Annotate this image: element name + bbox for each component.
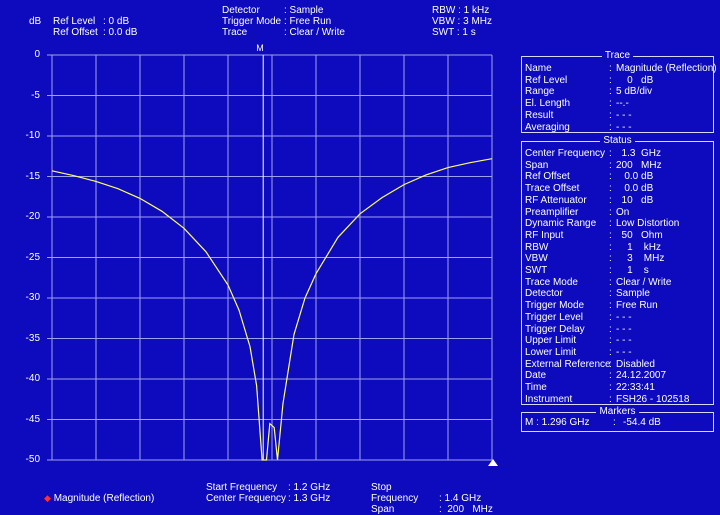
- trace-info-row-key: Range: [525, 86, 555, 98]
- trace-panel: Trace Name: Magnitude (Reflection) Ref Lev…: [521, 50, 717, 133]
- status-row-value: Free Run: [616, 300, 658, 312]
- trace-panel-title: Trace: [522, 50, 713, 61]
- status-row-value: 0.0 dB: [616, 183, 654, 195]
- trace-legend-label: Magnitude (Reflection): [53, 493, 155, 504]
- trace-info-row-key: Averaging: [525, 121, 570, 133]
- status-row-value: 50 Ohm: [616, 229, 663, 241]
- freq-right-block: Stop Frequency: 1.4 GHz Span: 200 MHz: [371, 482, 493, 515]
- status-row-value: 3 MHz: [616, 253, 665, 265]
- status-row-key: Date: [525, 370, 547, 382]
- status-row-value: - - -: [616, 346, 632, 358]
- marker-entry-level: -54.4 dB: [623, 417, 661, 428]
- status-row-value: - - -: [616, 323, 632, 335]
- status-row-key: Dynamic Range: [525, 218, 597, 230]
- status-row-key: Trace Offset: [525, 183, 580, 195]
- status-row-value: 22:33:41: [616, 382, 655, 393]
- status-row-value: 10 dB: [616, 194, 654, 206]
- plot-grid: [47, 54, 493, 461]
- status-row-value: 0.0 dB: [616, 171, 654, 183]
- status-row-key: VBW: [525, 253, 548, 265]
- trace-info-row-value: --.-: [616, 98, 629, 110]
- trace-info-row-value: 0 dB: [616, 74, 654, 86]
- status-row-value: 1.3 GHz: [616, 148, 662, 159]
- trace-legend-marker-icon: ◆: [44, 493, 51, 503]
- trace-legend: ◆ Magnitude (Reflection): [44, 493, 154, 504]
- status-row-value: 1 kHz: [616, 241, 662, 253]
- status-row-key: Preamplifier: [525, 206, 579, 218]
- status-row-key: Time: [525, 382, 547, 393]
- status-row-key: RF Input: [525, 229, 564, 241]
- trace-info-row-value: - - -: [616, 121, 632, 133]
- status-row-value: 24.12.2007: [616, 370, 667, 382]
- center-frequency: Center Frequency: 1.3 GHz: [206, 493, 331, 504]
- status-row-key: Upper Limit: [525, 335, 577, 347]
- markers-panel-title: Markers: [522, 406, 713, 417]
- status-row-value: Sample: [616, 288, 650, 300]
- trace-info-row-key: Result: [525, 109, 554, 121]
- start-frequency: Start Frequency: 1.2 GHz: [206, 482, 331, 493]
- marker-entry-frequency: M : 1.296 GHz: [525, 417, 590, 428]
- status-row-key: SWT: [525, 265, 548, 276]
- status-row-value: 1 s: [616, 265, 649, 276]
- freq-left-block: Start Frequency: 1.2 GHz Center Frequenc…: [206, 482, 330, 504]
- status-row-key: Trigger Level: [525, 311, 583, 323]
- status-row-value: 200 MHz: [616, 159, 662, 171]
- status-row-key: Trigger Mode: [525, 300, 585, 312]
- status-panel: Status Center Frequency: 1.3 GHz Span:200…: [521, 135, 714, 405]
- trace-info-row-value: - - -: [616, 109, 632, 121]
- trace-info-row-key: El. Length: [525, 98, 571, 110]
- status-row-value: FSH26 - 102518: [616, 393, 690, 405]
- status-row-key: Instrument: [525, 393, 573, 405]
- trace-info-row-value: 5 dB/div: [616, 86, 653, 98]
- status-row-value: - - -: [616, 335, 632, 347]
- status-row-key: Detector: [525, 288, 563, 300]
- status-row-value: On: [616, 206, 630, 218]
- status-panel-title: Status: [522, 135, 713, 146]
- status-row-value: Low Distortion: [616, 218, 680, 230]
- status-row-key: Ref Offset: [525, 171, 570, 183]
- status-row-value: Disabled: [616, 358, 655, 370]
- status-row-key: RBW: [525, 241, 549, 253]
- status-row-value: Clear / Write: [616, 276, 672, 288]
- trace-info-row-value: Magnitude (Reflection): [616, 63, 717, 74]
- status-row-key: RF Attenuator: [525, 194, 587, 206]
- markers-panel: Markers M : 1.296 GHz : -54.4 dB: [521, 406, 714, 432]
- trace-info-row-key: Name: [525, 63, 552, 74]
- status-row-key: Trace Mode: [525, 276, 578, 288]
- status-row-key: Span: [525, 159, 549, 171]
- status-row-value: - - -: [616, 311, 632, 323]
- status-row-key: Lower Limit: [525, 346, 577, 358]
- stop-frequency: Stop Frequency: 1.4 GHz: [371, 482, 482, 504]
- status-row-key: Center Frequency: [525, 148, 606, 159]
- marker-tag[interactable]: M: [256, 43, 264, 53]
- status-row-key: External Reference: [525, 358, 611, 370]
- status-row-key: Trigger Delay: [525, 323, 585, 335]
- trace-info-row-key: Ref Level: [525, 74, 568, 86]
